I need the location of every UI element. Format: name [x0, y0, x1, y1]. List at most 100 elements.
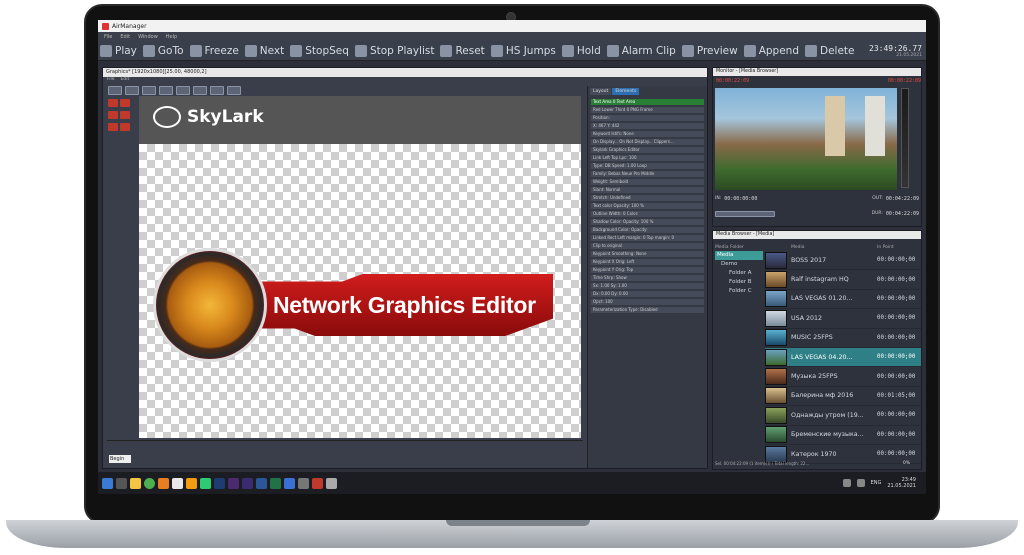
vlc-icon[interactable] [186, 477, 197, 489]
menu-window[interactable]: Window [138, 34, 158, 40]
network-icon[interactable] [842, 479, 851, 487]
hold-button[interactable]: Hold [561, 44, 601, 57]
stop-playlist-button[interactable]: Stop Playlist [354, 44, 434, 57]
grid-icon[interactable] [142, 85, 156, 95]
excel-icon[interactable] [270, 477, 281, 489]
add-video-icon[interactable] [108, 123, 118, 131]
language-indicator[interactable]: ENG [871, 480, 882, 486]
firefox-icon[interactable] [158, 477, 169, 489]
after-effects-icon[interactable] [228, 477, 239, 489]
property-row[interactable]: Link Left Top Lpc: 100 [591, 155, 704, 161]
add-clock-icon[interactable] [120, 111, 130, 119]
app-icon[interactable] [284, 477, 295, 489]
property-row[interactable]: Red Lower Third 0 PNG Frame [591, 107, 704, 113]
add-rect-icon[interactable] [108, 111, 118, 119]
chrome-icon[interactable] [144, 477, 155, 489]
transform-icon[interactable] [125, 85, 139, 95]
next-button[interactable]: Next [244, 44, 284, 57]
list-item[interactable]: Балерина мф 2016 00:01:05;00 [765, 387, 921, 407]
menu-file[interactable]: File [104, 34, 112, 40]
video-preview[interactable] [715, 88, 897, 190]
tab-elements[interactable]: Elements [612, 88, 640, 95]
property-row[interactable]: X: 467 Y: 442 [591, 123, 704, 129]
list-item[interactable]: Ralf instagram HQ 00:00:00;00 [765, 270, 921, 290]
delete-button[interactable]: Delete [804, 44, 854, 57]
app-icon[interactable] [298, 477, 309, 489]
graphics-canvas[interactable]: SkyLark Network Graphics Editor [139, 96, 581, 438]
tab-layout[interactable]: Layout [590, 88, 612, 95]
app-icon[interactable] [326, 477, 337, 489]
freeze-button[interactable]: Freeze [189, 44, 239, 57]
list-item[interactable]: Однажды утром (19... 00:00:00;00 [765, 406, 921, 426]
volume-icon[interactable] [856, 479, 865, 487]
taskbar-clock[interactable]: 23:49 21.05.2021 [887, 477, 916, 489]
graphics-menu-edit[interactable]: Edit [121, 77, 130, 84]
task-view-icon[interactable] [116, 477, 127, 489]
property-row[interactable]: Position: [591, 115, 704, 121]
property-row[interactable]: Text Area 0 Text Area [591, 99, 704, 105]
list-item[interactable]: USA 2012 00:00:00;00 [765, 309, 921, 329]
stopseq-button[interactable]: StopSeq [290, 44, 349, 57]
word-icon[interactable] [256, 477, 267, 489]
arrow-down-icon[interactable] [176, 85, 190, 95]
list-item[interactable]: BOSS 2017 00:00:00;00 [765, 251, 921, 271]
property-row[interactable]: Time Shrp: Show [591, 275, 704, 281]
zoom-icon[interactable] [210, 85, 224, 95]
property-row[interactable]: Keypoint Smoothing: None [591, 251, 704, 257]
property-row[interactable]: Keypoint Y Orig: Top [591, 267, 704, 273]
menu-help[interactable]: Help [166, 34, 177, 40]
property-row[interactable]: Parameterization Type: Disabled [591, 307, 704, 313]
property-row[interactable]: Stretch: Undefined [591, 195, 704, 201]
start-icon[interactable] [102, 477, 113, 489]
list-item[interactable]: MUSIC 25FPS 00:00:00;00 [765, 329, 921, 348]
transport-buttons[interactable] [715, 210, 775, 217]
list-item[interactable]: LAS VEGAS 04.20... 00:00:00;00 [765, 347, 921, 368]
refresh-icon[interactable] [227, 85, 241, 95]
property-row[interactable]: Sx: 1.00 Sy: 1.00 [591, 283, 704, 289]
list-item[interactable]: LAS VEGAS 01.20... 00:00:00;00 [765, 290, 921, 310]
property-row[interactable]: Linked Rect Left margin: 0 Top margin: 0 [591, 235, 704, 241]
media-icon[interactable] [200, 477, 211, 489]
explorer-icon[interactable] [130, 477, 141, 489]
property-row[interactable]: Slant: Normal [591, 187, 704, 193]
tree-item[interactable]: Folder C [715, 287, 763, 296]
col-in-point[interactable]: In Point [877, 245, 921, 251]
in-point-value[interactable]: 00:00:00:00 [724, 196, 757, 202]
preview-button[interactable]: Preview [681, 44, 738, 57]
play-button[interactable]: Play [100, 44, 137, 57]
property-row[interactable]: Keyword Istifs: None [591, 131, 704, 137]
out-point-value[interactable]: 00:04:22:09 [886, 196, 919, 202]
arrow-down-icon[interactable] [159, 85, 173, 95]
property-row[interactable]: Weight: Semibold [591, 179, 704, 185]
airmanager-icon[interactable] [312, 477, 323, 489]
tree-item[interactable]: Folder A [715, 269, 763, 278]
audition-icon[interactable] [242, 477, 253, 489]
add-image-icon[interactable] [120, 99, 130, 107]
property-row[interactable]: On Display... On Not Display... Clippers… [591, 139, 704, 145]
tree-item[interactable]: Demo [715, 260, 763, 269]
tree-item[interactable]: Media [715, 251, 763, 260]
property-row[interactable]: Clip to original [591, 243, 704, 249]
list-item[interactable]: Бременские музыка... 00:00:00;00 [765, 426, 921, 445]
property-row[interactable]: Outline Width: 0 Color: [591, 211, 704, 217]
property-row[interactable]: Dx: 0.00 Dy: 0.00 [591, 291, 704, 297]
col-media[interactable]: Media [791, 245, 877, 251]
property-row[interactable]: Opct: 100 [591, 299, 704, 305]
arrow-down-icon[interactable] [193, 85, 207, 95]
property-row[interactable]: Skylark Graphics Editor [591, 147, 704, 153]
append-button[interactable]: Append [743, 44, 799, 57]
reset-button[interactable]: Reset [440, 44, 485, 57]
add-text-icon[interactable] [108, 99, 118, 107]
property-row[interactable]: Family: Bebas Neue Pro Middle [591, 171, 704, 177]
menu-edit[interactable]: Edit [120, 34, 130, 40]
notepad-icon[interactable] [172, 477, 183, 489]
list-item[interactable]: Музыка 25FPS 00:00:00;00 [765, 367, 921, 387]
add-crawl-icon[interactable] [120, 123, 130, 131]
tree-item[interactable]: Folder B [715, 278, 763, 287]
property-row[interactable]: Keypoint X Orig: Left [591, 259, 704, 265]
property-row[interactable]: Type: DB Speed: 1.00 Loop [591, 163, 704, 169]
photoshop-icon[interactable] [214, 477, 225, 489]
goto-button[interactable]: GoTo [142, 44, 184, 57]
hs-jumps-button[interactable]: HS Jumps [490, 44, 556, 57]
alarm-clip-button[interactable]: Alarm Clip [606, 44, 676, 57]
